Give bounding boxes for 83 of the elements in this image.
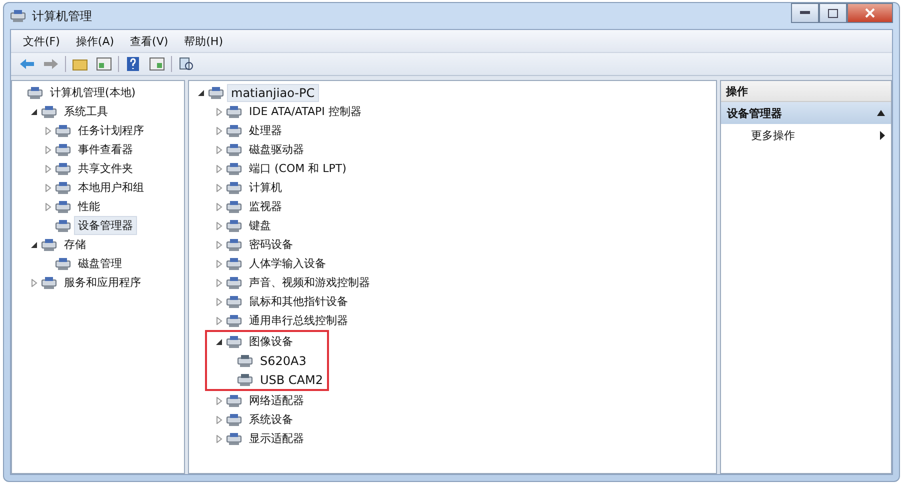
menu-item[interactable]: 操作(A)	[70, 32, 120, 50]
tree-item[interactable]: 声音、视频和游戏控制器	[245, 273, 374, 292]
close-button[interactable]	[847, 3, 893, 23]
device-icon	[226, 412, 242, 426]
device-icon	[41, 104, 57, 118]
tree-item[interactable]: IDE ATA/ATAPI 控制器	[245, 102, 366, 121]
tree-item[interactable]: 人体学输入设备	[245, 254, 330, 273]
tree-item[interactable]: 磁盘管理	[74, 254, 126, 273]
tree-item[interactable]: 计算机管理(本地)	[46, 83, 140, 102]
tree-item[interactable]: matianjiao-PC	[227, 84, 319, 102]
device-icon	[55, 256, 71, 270]
tree-item[interactable]: 本地用户和组	[74, 178, 148, 197]
expander-icon[interactable]	[30, 108, 38, 116]
maximize-icon	[828, 8, 838, 18]
window-title: 计算机管理	[32, 8, 93, 24]
tree-item[interactable]: 存储	[60, 235, 90, 254]
device-icon	[55, 142, 71, 156]
device-icon	[226, 334, 242, 348]
device-icon	[237, 354, 253, 368]
device-icon	[41, 238, 57, 252]
device-icon	[208, 86, 224, 100]
tree-item[interactable]: USB CAM2	[256, 370, 327, 388]
device-icon	[226, 432, 242, 446]
tree-item[interactable]: 通用串行总线控制器	[245, 311, 352, 330]
device-icon	[226, 104, 242, 118]
tree-item[interactable]: 端口 (COM 和 LPT)	[245, 159, 350, 178]
tree-item[interactable]: 性能	[74, 197, 104, 216]
device-icon	[226, 124, 242, 138]
device-icon	[226, 394, 242, 408]
device-icon	[226, 142, 242, 156]
device-icon	[10, 9, 26, 23]
device-icon	[226, 162, 242, 176]
tree-item[interactable]: 键盘	[245, 216, 275, 235]
device-icon	[55, 180, 71, 194]
tree-item[interactable]: 处理器	[245, 121, 286, 140]
collapse-icon	[877, 110, 885, 116]
tree-item[interactable]: 网络适配器	[245, 391, 308, 410]
tree-item[interactable]: 服务和应用程序	[60, 273, 145, 292]
maximize-button[interactable]	[819, 3, 847, 23]
device-icon	[226, 180, 242, 194]
expander-icon[interactable]	[197, 88, 205, 96]
tree-item[interactable]: 共享文件夹	[74, 159, 137, 178]
actions-section[interactable]: 设备管理器	[721, 102, 891, 124]
tree-item[interactable]: 计算机	[245, 178, 286, 197]
expander-icon[interactable]	[30, 240, 38, 248]
device-icon	[55, 162, 71, 176]
device-icon	[55, 200, 71, 214]
tree-item[interactable]: 密码设备	[245, 235, 297, 254]
menu-item[interactable]: 文件(F)	[17, 32, 66, 50]
device-icon	[226, 218, 242, 232]
tree-item[interactable]: 事件查看器	[74, 140, 137, 159]
tree-item[interactable]: 任务计划程序	[74, 121, 148, 140]
tree-item[interactable]: 鼠标和其他指针设备	[245, 292, 352, 311]
submenu-arrow-icon	[880, 130, 885, 140]
device-icon	[55, 124, 71, 138]
device-icon	[55, 218, 71, 232]
tree-item[interactable]: 系统工具	[60, 102, 112, 121]
device-icon	[226, 256, 242, 270]
device-icon	[226, 238, 242, 252]
minimize-button[interactable]	[791, 3, 819, 23]
actions-header: 操作	[721, 81, 891, 102]
tree-item[interactable]: 系统设备	[245, 410, 297, 429]
menu-item[interactable]: 查看(V)	[124, 32, 174, 50]
close-icon	[865, 8, 875, 18]
tree-item[interactable]: 设备管理器	[74, 216, 137, 235]
device-icon	[226, 294, 242, 308]
device-icon	[27, 86, 43, 100]
device-icon	[41, 276, 57, 290]
panel-icon[interactable]	[94, 55, 114, 73]
device-icon	[237, 372, 253, 386]
expander-icon[interactable]	[215, 338, 223, 346]
device-icon	[226, 200, 242, 214]
panel-icon[interactable]	[147, 55, 167, 73]
tree-item[interactable]: 显示适配器	[245, 429, 308, 448]
device-icon	[226, 314, 242, 328]
device-icon	[226, 276, 242, 290]
tree-item[interactable]: S620A3	[256, 352, 310, 370]
tree-item[interactable]: 图像设备	[245, 332, 297, 351]
tree-item[interactable]: 监视器	[245, 197, 286, 216]
menu-item[interactable]: 帮助(H)	[178, 32, 229, 50]
minimize-icon	[800, 11, 810, 15]
action-item[interactable]: 更多操作	[721, 124, 891, 146]
tree-item[interactable]: 磁盘驱动器	[245, 140, 308, 159]
